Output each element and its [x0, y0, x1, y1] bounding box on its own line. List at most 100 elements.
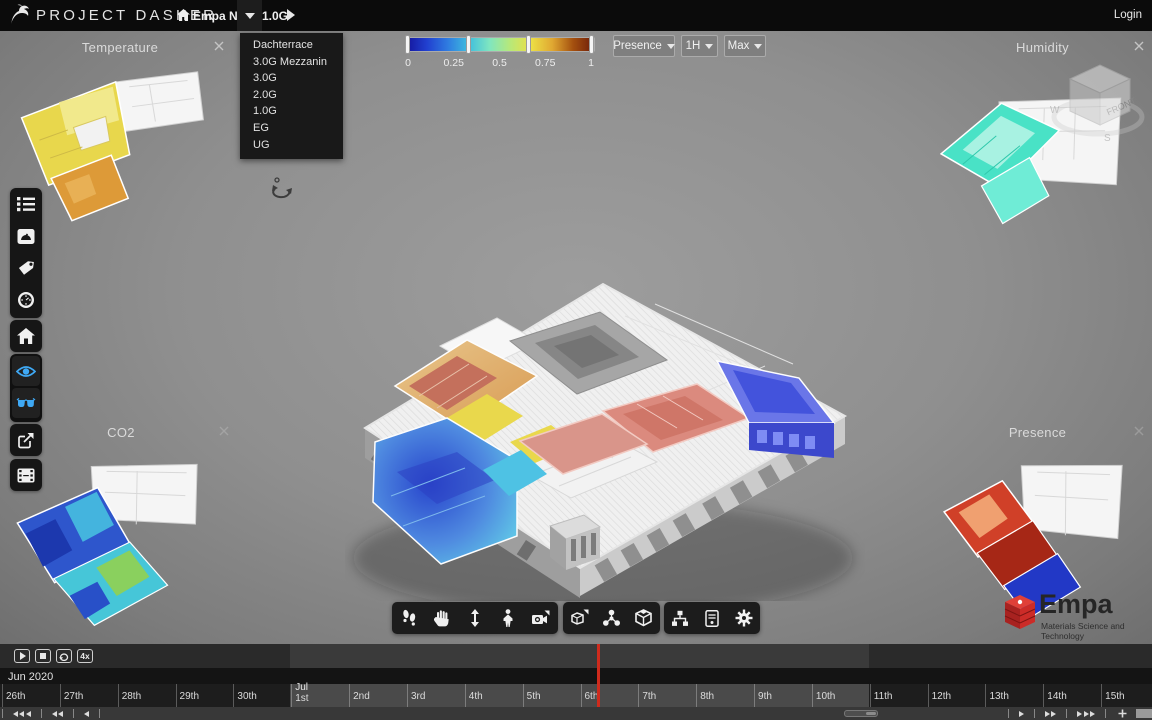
- day-tick: [1043, 684, 1044, 707]
- day-label[interactable]: 4th: [469, 691, 483, 702]
- properties-panel-button[interactable]: [696, 602, 728, 634]
- clock-icon: [17, 291, 35, 309]
- day-label[interactable]: 26th: [6, 691, 25, 702]
- divider: [73, 709, 74, 718]
- legend-range-handle[interactable]: [526, 35, 531, 54]
- level-menu-item[interactable]: 3.0G Mezzanin: [240, 54, 343, 71]
- day-label[interactable]: 28th: [122, 691, 141, 702]
- day-label[interactable]: 30th: [237, 691, 256, 702]
- interval-dropdown[interactable]: 1H: [681, 35, 718, 57]
- divider: [1066, 709, 1067, 718]
- pan-tool-button[interactable]: [425, 602, 458, 634]
- section-cube-button[interactable]: [563, 602, 595, 634]
- jump-end-button[interactable]: [1076, 711, 1096, 717]
- film-icon: [17, 468, 35, 483]
- level-dropdown-button[interactable]: [237, 0, 262, 31]
- timeline-window-highlight[interactable]: [290, 644, 869, 668]
- video-recorder-button[interactable]: [10, 459, 42, 491]
- chevron-down-icon: [754, 44, 762, 49]
- level-menu-item[interactable]: 2.0G: [240, 87, 343, 104]
- legend-range-handle[interactable]: [589, 35, 594, 54]
- day-label[interactable]: 15th: [1105, 691, 1124, 702]
- level-menu-item[interactable]: Dachterrace: [240, 37, 343, 54]
- level-menu-item[interactable]: EG: [240, 120, 343, 137]
- chevron-down-icon: [705, 44, 713, 49]
- building-3d-model[interactable]: [345, 246, 865, 601]
- level-menu-item[interactable]: UG: [240, 137, 343, 154]
- levels-list-button[interactable]: [10, 188, 42, 220]
- loop-button[interactable]: [56, 649, 72, 663]
- day-label[interactable]: 9th: [758, 691, 772, 702]
- level-menu-item[interactable]: 3.0G: [240, 70, 343, 87]
- tags-button[interactable]: [10, 252, 42, 284]
- level-menu-item[interactable]: 1.0G: [240, 103, 343, 120]
- timeline-corner-handle[interactable]: [1136, 709, 1152, 718]
- model-box-button[interactable]: [628, 602, 660, 634]
- day-label[interactable]: 29th: [180, 691, 199, 702]
- zoom-tool-button[interactable]: [458, 602, 491, 634]
- isometric-cube-icon: [634, 609, 653, 627]
- legend-gradient-bar[interactable]: [406, 38, 594, 51]
- sensor-gauge-button[interactable]: [10, 220, 42, 252]
- temperature-floorplan[interactable]: [15, 61, 225, 246]
- level-play-icon[interactable]: [287, 9, 295, 21]
- clock-gauge-button[interactable]: [10, 284, 42, 316]
- day-label[interactable]: 12th: [932, 691, 951, 702]
- legend-range-handle[interactable]: [405, 35, 410, 54]
- page-back-button[interactable]: [51, 711, 64, 717]
- walk-tool-button[interactable]: [392, 602, 425, 634]
- page-forward-button[interactable]: [1044, 711, 1057, 717]
- viewcube[interactable]: FRONT S W: [1048, 51, 1148, 146]
- day-label[interactable]: 1st: [295, 693, 308, 704]
- step-back-button[interactable]: [83, 711, 90, 717]
- day-label[interactable]: 13th: [989, 691, 1008, 702]
- xray-eye-button[interactable]: [12, 356, 40, 386]
- day-label[interactable]: 14th: [1047, 691, 1066, 702]
- close-icon[interactable]: [1133, 425, 1145, 437]
- timeline-scrollbar[interactable]: [844, 710, 878, 717]
- viewer-canvas[interactable]: Dachterrace3.0G Mezzanin3.0G2.0G1.0GEGUG…: [0, 31, 1152, 644]
- export-button[interactable]: [10, 424, 42, 456]
- day-label[interactable]: 8th: [700, 691, 714, 702]
- day-label[interactable]: 11th: [874, 691, 893, 702]
- stop-button[interactable]: [35, 649, 51, 663]
- legend-range-handle[interactable]: [466, 35, 471, 54]
- day-tick: [291, 684, 292, 707]
- timeline-days[interactable]: 26th27th28th29th30th1stJul2nd3rd4th5th6t…: [0, 684, 1152, 707]
- close-icon[interactable]: [213, 40, 225, 52]
- aggregation-dropdown[interactable]: Max: [724, 35, 766, 57]
- zoom-in-timeline-button[interactable]: [1118, 709, 1127, 718]
- camera-icon: [531, 610, 550, 626]
- timeline-cursor[interactable]: [597, 644, 600, 707]
- day-label[interactable]: 3rd: [411, 691, 425, 702]
- first-person-button[interactable]: [491, 602, 524, 634]
- day-label[interactable]: 5th: [527, 691, 541, 702]
- explode-model-button[interactable]: [595, 602, 627, 634]
- co2-floorplan[interactable]: [12, 444, 230, 644]
- model-browser-button[interactable]: [664, 602, 696, 634]
- hierarchy-icon: [671, 610, 689, 627]
- day-label[interactable]: 7th: [642, 691, 656, 702]
- glasses-button[interactable]: [12, 388, 40, 418]
- jump-start-button[interactable]: [12, 711, 32, 717]
- speed-button[interactable]: 4x: [77, 649, 93, 663]
- chevron-down-icon: [667, 44, 675, 49]
- orbit-cursor-icon: [269, 175, 295, 199]
- sunglasses-icon: [16, 398, 36, 409]
- day-label[interactable]: 27th: [64, 691, 83, 702]
- day-label[interactable]: 10th: [816, 691, 835, 702]
- step-forward-button[interactable]: [1018, 711, 1025, 717]
- empa-logo: Empa Materials Science and Technology: [1003, 587, 1148, 639]
- home-view-button[interactable]: [10, 320, 42, 352]
- timeline-selected-range[interactable]: [290, 684, 869, 707]
- metric-dropdown[interactable]: Presence: [613, 35, 675, 57]
- selected-level[interactable]: 1.0G: [262, 9, 288, 23]
- legend-tick-label: 0.75: [535, 57, 555, 69]
- login-button[interactable]: Login: [1114, 9, 1142, 21]
- play-button[interactable]: [14, 649, 30, 663]
- settings-button[interactable]: [728, 602, 760, 634]
- close-icon[interactable]: [218, 425, 230, 437]
- day-label[interactable]: 2nd: [353, 691, 370, 702]
- camera-tool-button[interactable]: [524, 602, 557, 634]
- top-bar: PROJECT DASHER Empa NEST 1.0G Login: [0, 0, 1152, 31]
